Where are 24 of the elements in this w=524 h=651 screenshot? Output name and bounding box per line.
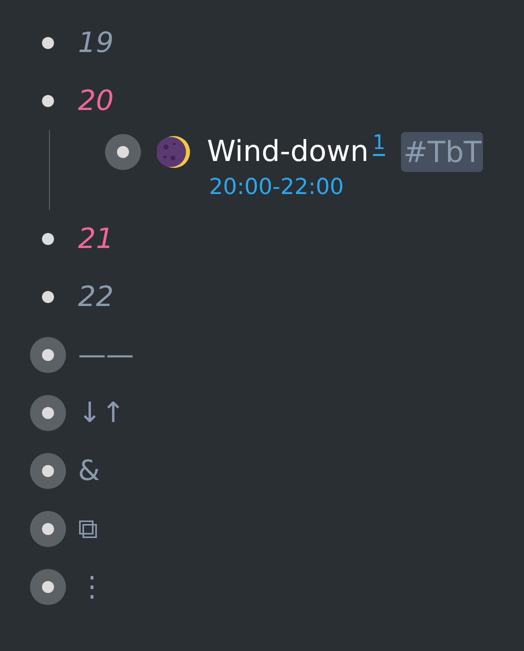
item-text: & bbox=[78, 453, 100, 489]
bullet[interactable] bbox=[30, 569, 66, 605]
tag[interactable]: #TbT bbox=[401, 132, 484, 172]
bullet[interactable] bbox=[42, 37, 54, 49]
bullet[interactable] bbox=[30, 337, 66, 373]
item-text: 19 bbox=[78, 25, 114, 61]
item-text: ↓↑ bbox=[78, 395, 125, 431]
item-note: 20:00-22:00 bbox=[209, 174, 345, 202]
bullet[interactable] bbox=[42, 291, 54, 303]
moon-icon bbox=[157, 135, 191, 169]
item-text: ⧉ bbox=[78, 511, 98, 547]
bullet[interactable] bbox=[30, 511, 66, 547]
footnote-link[interactable]: 1 bbox=[372, 130, 386, 156]
item-text: 22 bbox=[78, 279, 114, 315]
bullet[interactable] bbox=[30, 453, 66, 489]
bullet[interactable] bbox=[42, 233, 54, 245]
item-text: —— bbox=[78, 337, 134, 373]
item-text: 21 bbox=[78, 221, 114, 257]
bullet[interactable] bbox=[30, 395, 66, 431]
bullet[interactable] bbox=[105, 134, 141, 170]
item-text: ⋮ bbox=[78, 569, 106, 605]
bullet[interactable] bbox=[42, 95, 54, 107]
item-text: 20 bbox=[78, 83, 114, 119]
item-text: Wind-down bbox=[207, 133, 369, 170]
